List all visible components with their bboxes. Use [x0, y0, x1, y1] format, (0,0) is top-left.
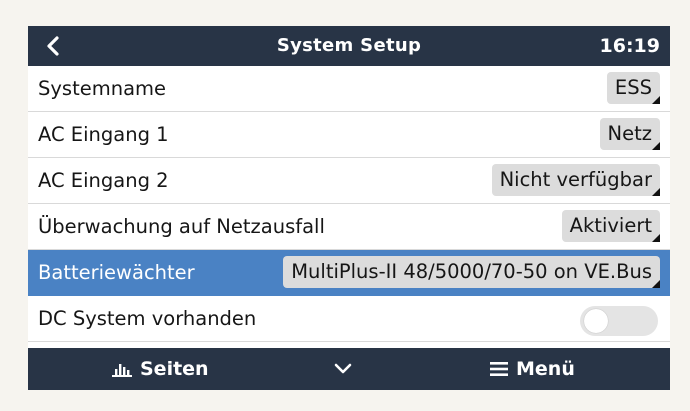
setting-row-ac-input-2[interactable]: AC Eingang 2 Nicht verfügbar — [28, 158, 670, 204]
setting-label: Batteriewächter — [38, 261, 195, 284]
setting-row-systemname[interactable]: Systemname ESS — [28, 66, 670, 112]
setting-label: Systemname — [38, 77, 167, 100]
setting-row-grid-loss-monitor[interactable]: Überwachung auf Netzausfall Aktiviert — [28, 204, 670, 250]
bottom-bar: Seiten Menü — [28, 348, 670, 390]
setting-value-select[interactable]: Aktiviert — [561, 210, 661, 242]
device-screen: System Setup 16:19 Systemname ESS AC Ein… — [28, 26, 670, 390]
scroll-down-button[interactable] — [334, 348, 360, 390]
setting-row-ac-input-1[interactable]: AC Eingang 1 Netz — [28, 112, 670, 158]
setting-label: Überwachung auf Netzausfall — [38, 215, 325, 238]
pages-label: Seiten — [140, 358, 209, 380]
hamburger-menu-icon — [490, 362, 508, 376]
settings-list: Systemname ESS AC Eingang 1 Netz AC Eing… — [28, 66, 670, 342]
bar-chart-icon — [112, 364, 132, 377]
setting-value-select[interactable]: MultiPlus-II 48/5000/70-50 on VE.Bus — [283, 256, 660, 288]
setting-value-select[interactable]: Netz — [599, 118, 661, 150]
menu-button[interactable]: Menü — [490, 348, 575, 390]
setting-row-battery-monitor[interactable]: Batteriewächter MultiPlus-II 48/5000/70-… — [28, 250, 670, 296]
top-bar: System Setup 16:19 — [28, 26, 670, 66]
menu-label: Menü — [516, 358, 575, 380]
clock: 16:19 — [599, 35, 660, 57]
page-title: System Setup — [276, 35, 422, 56]
setting-label: AC Eingang 1 — [38, 123, 169, 146]
setting-row-dc-system[interactable]: DC System vorhanden — [28, 296, 670, 342]
dc-system-toggle[interactable] — [580, 306, 658, 336]
setting-label: DC System vorhanden — [38, 307, 257, 330]
chevron-down-icon — [334, 363, 352, 374]
setting-value-select[interactable]: ESS — [606, 72, 661, 104]
toggle-knob — [584, 309, 608, 333]
setting-value-select[interactable]: Nicht verfügbar — [491, 164, 661, 196]
setting-label: AC Eingang 2 — [38, 169, 169, 192]
pages-button[interactable]: Seiten — [112, 348, 209, 390]
